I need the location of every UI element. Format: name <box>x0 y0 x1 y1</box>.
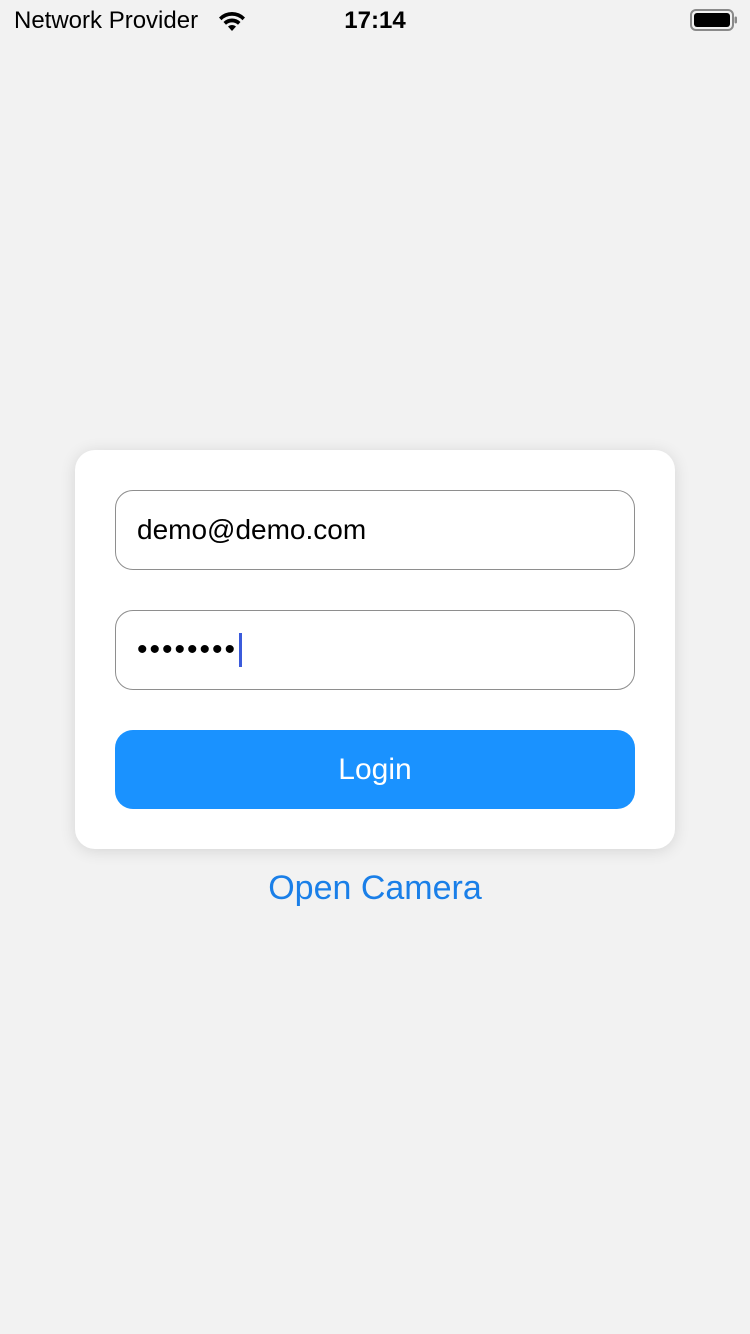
status-time: 17:14 <box>344 7 406 34</box>
password-value: •••••••• <box>137 633 238 666</box>
login-button[interactable]: Login <box>115 730 635 809</box>
email-field[interactable]: demo@demo.com <box>115 490 635 570</box>
password-field[interactable]: •••••••• <box>115 610 635 690</box>
text-cursor <box>239 632 243 667</box>
password-value-wrap: •••••••• <box>137 611 243 689</box>
email-value: demo@demo.com <box>137 514 367 545</box>
open-camera-link[interactable]: Open Camera <box>0 866 750 910</box>
status-bar: Network Provider 17:14 <box>0 0 750 40</box>
battery-icon <box>690 9 737 31</box>
login-card: demo@demo.com •••••••• Login <box>75 450 675 849</box>
